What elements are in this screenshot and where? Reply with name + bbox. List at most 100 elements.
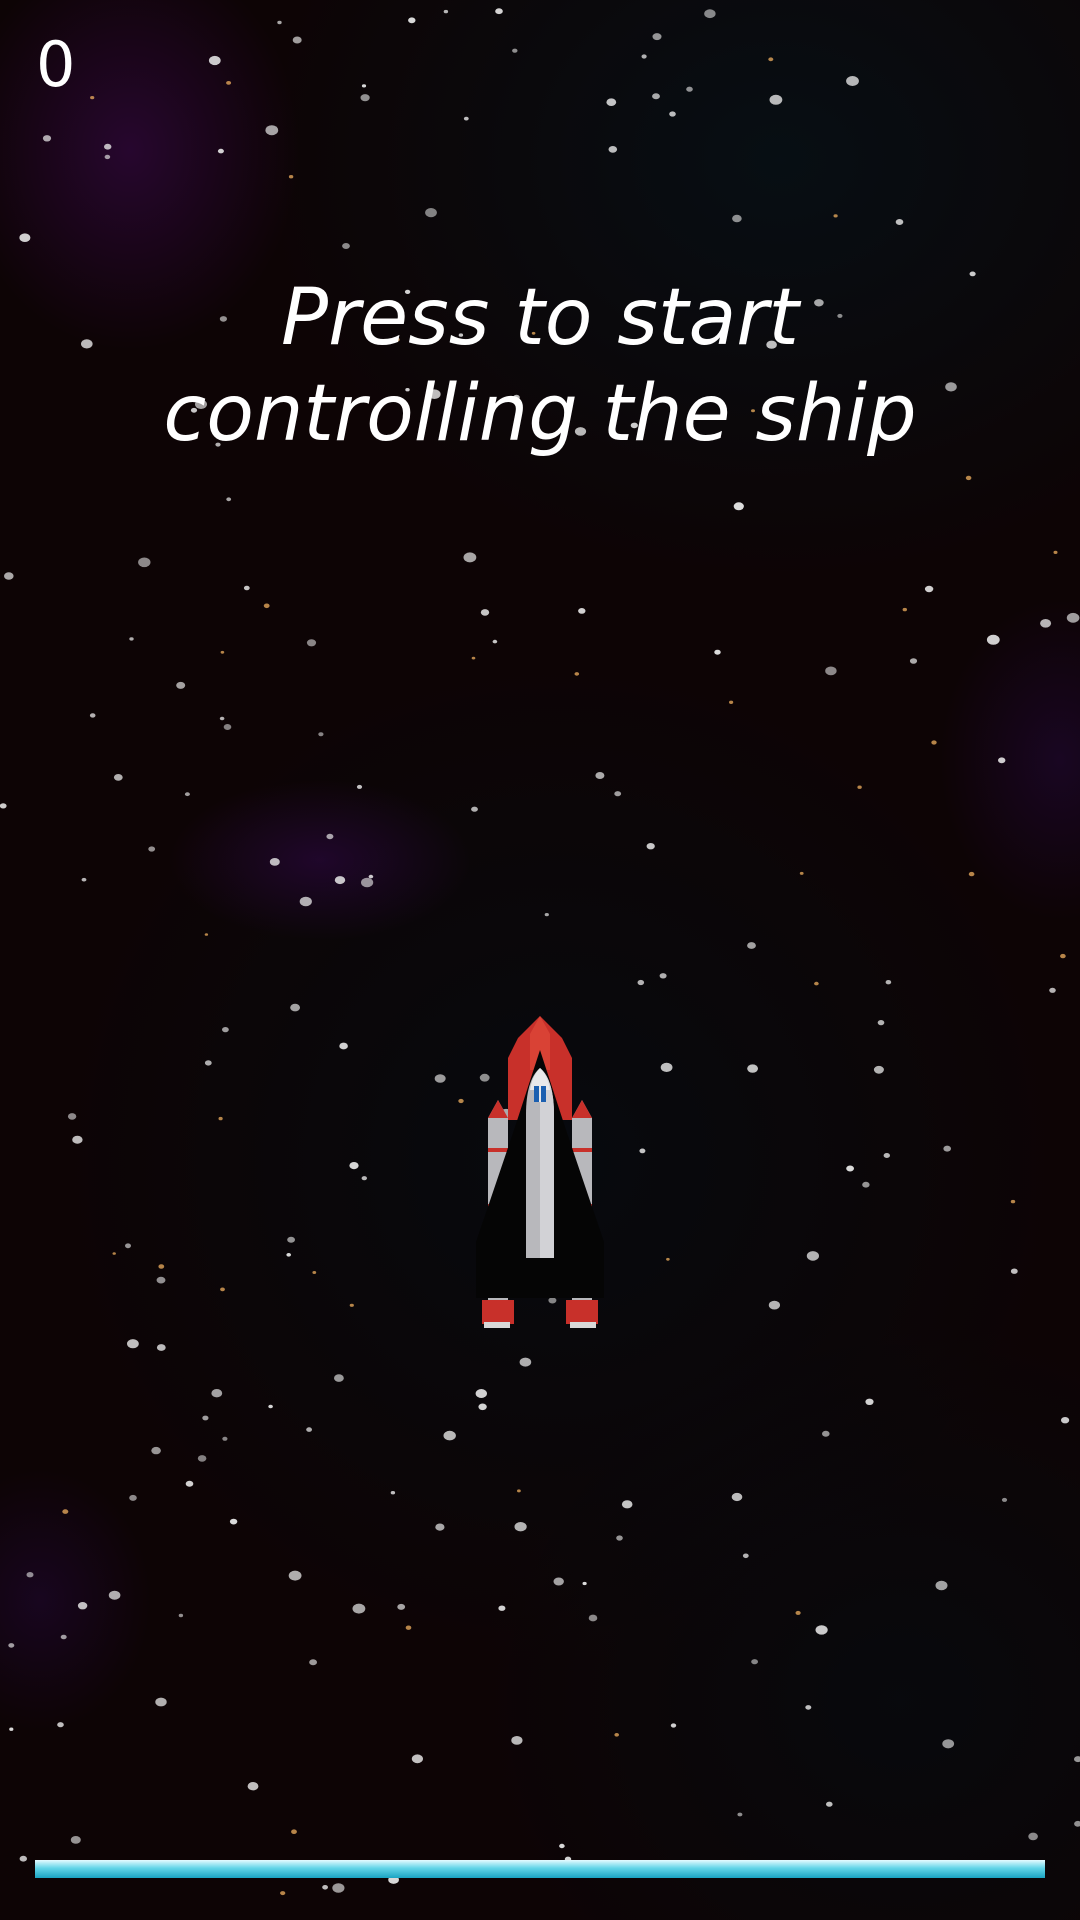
star (332, 1883, 345, 1893)
star (176, 681, 186, 689)
star (519, 1357, 532, 1367)
star (751, 1659, 758, 1665)
star (368, 874, 374, 879)
star (197, 1455, 207, 1462)
star (247, 1782, 259, 1791)
star (443, 1430, 456, 1441)
star (747, 1064, 758, 1073)
star (219, 716, 225, 721)
star (286, 1253, 292, 1257)
star (806, 1251, 820, 1261)
star (185, 1480, 194, 1487)
star (902, 607, 907, 612)
star (26, 1572, 34, 1578)
star (795, 1610, 801, 1615)
star (498, 1605, 506, 1611)
game-screen[interactable]: 0 Press to start controlling the ship (0, 0, 1080, 1920)
star (208, 55, 221, 66)
star (1074, 1820, 1080, 1827)
star (578, 608, 586, 614)
star (334, 876, 346, 885)
star (202, 1415, 209, 1421)
star (769, 94, 783, 105)
star (223, 724, 232, 730)
star (574, 672, 580, 676)
star (729, 700, 734, 704)
star (277, 20, 282, 25)
star (614, 791, 622, 797)
star (595, 772, 605, 779)
star (588, 1614, 598, 1622)
star (443, 9, 449, 14)
star (269, 858, 280, 866)
star (390, 1491, 396, 1495)
star (125, 1243, 131, 1249)
star (606, 98, 617, 106)
star (666, 1257, 670, 1261)
start-prompt-line-1: Press to start (281, 273, 799, 363)
star (670, 1723, 677, 1728)
star (883, 1153, 890, 1158)
star (113, 774, 123, 781)
star (1028, 1832, 1038, 1841)
star (361, 1176, 367, 1181)
star (512, 48, 518, 53)
star (280, 1891, 286, 1896)
star (652, 33, 662, 41)
star (204, 933, 209, 936)
star (352, 1603, 366, 1614)
star (361, 84, 367, 88)
star (138, 557, 151, 568)
star (334, 1374, 344, 1382)
star (737, 1812, 743, 1817)
star (833, 214, 838, 218)
star (72, 1135, 83, 1144)
star (60, 1634, 67, 1640)
star (90, 96, 95, 100)
star (463, 552, 477, 563)
star (349, 1162, 359, 1170)
star (312, 1271, 317, 1274)
star (104, 143, 112, 150)
star (67, 1113, 77, 1120)
star (814, 981, 819, 986)
star (156, 1276, 166, 1284)
star (714, 649, 721, 655)
star (226, 81, 232, 85)
star (815, 1625, 828, 1635)
star (342, 243, 350, 249)
star (104, 154, 111, 160)
star (77, 1602, 88, 1610)
star (397, 1603, 406, 1610)
star (475, 1389, 487, 1398)
star (356, 784, 363, 789)
star (19, 233, 31, 242)
star (434, 1074, 446, 1083)
star (306, 1427, 312, 1432)
star (686, 86, 693, 92)
star (846, 76, 859, 86)
star (222, 1027, 229, 1033)
star (287, 1236, 295, 1243)
star (614, 1733, 619, 1737)
star (747, 942, 756, 949)
star (935, 1580, 948, 1591)
star (112, 1252, 116, 1255)
star (865, 1398, 874, 1406)
star (184, 792, 190, 797)
star (89, 713, 96, 718)
star (659, 973, 667, 979)
star (19, 1855, 27, 1862)
star (742, 1553, 749, 1559)
star (553, 1577, 564, 1586)
star (909, 658, 918, 664)
star (326, 833, 334, 840)
space-shuttle-icon[interactable] (454, 1010, 626, 1340)
star (511, 1736, 523, 1745)
star (229, 1518, 238, 1525)
star (156, 1344, 166, 1351)
star (299, 896, 312, 907)
star (57, 1722, 64, 1728)
star (425, 208, 437, 218)
star (1060, 953, 1066, 959)
